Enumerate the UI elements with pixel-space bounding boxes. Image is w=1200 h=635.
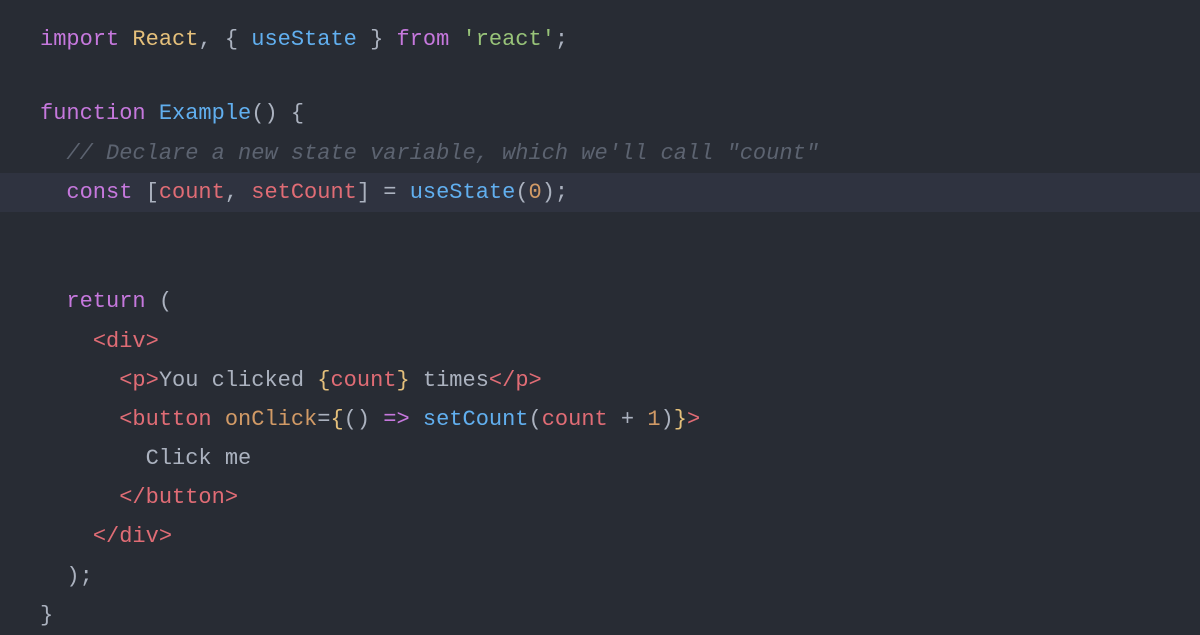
code-token: Example [159, 96, 251, 131]
code-token: ] = [357, 180, 410, 205]
code-token: times [410, 363, 489, 398]
code-token: button [132, 402, 211, 437]
code-line: import React, { useState } from 'react'; [40, 20, 1160, 59]
code-token: ) [661, 402, 674, 437]
code-token [212, 402, 225, 437]
code-token: ( [529, 402, 542, 437]
code-token [449, 22, 462, 57]
code-token: 0 [529, 180, 542, 205]
code-content: import React, { useState } from 'react';… [40, 20, 1160, 635]
code-token: 1 [647, 402, 660, 437]
code-token: > [146, 363, 159, 398]
code-token: ); [40, 559, 93, 594]
code-token: , [225, 180, 251, 205]
code-token: > [159, 519, 172, 554]
code-token: // Declare a new state variable, which w… [66, 136, 819, 171]
code-token [40, 402, 119, 437]
code-blank-line [40, 212, 1160, 247]
code-line: <button onClick={() => setCount(count + … [40, 400, 1160, 439]
code-token: useState [251, 22, 357, 57]
code-line: function Example() { [40, 94, 1160, 133]
code-line: return ( [40, 282, 1160, 321]
code-token: div [119, 519, 159, 554]
code-token: setCount [251, 180, 357, 205]
code-token: [ [132, 180, 158, 205]
code-token: useState [410, 180, 516, 205]
code-line: <div> [40, 322, 1160, 361]
code-line: // Declare a new state variable, which w… [40, 134, 1160, 173]
code-token: > [529, 363, 542, 398]
code-blank-line [40, 59, 1160, 94]
code-token: function [40, 96, 159, 131]
code-token: setCount [423, 402, 529, 437]
code-token: { [317, 363, 330, 398]
code-token [40, 519, 93, 554]
code-line: </button> [40, 478, 1160, 517]
code-line: Click me [40, 439, 1160, 478]
code-line: <p>You clicked {count} times</p> [40, 361, 1160, 400]
code-line: const [count, setCount] = useState(0); [0, 173, 1200, 212]
code-token: count [542, 402, 608, 437]
code-token: p [132, 363, 145, 398]
code-line: </div> [40, 517, 1160, 556]
code-token: ( [515, 180, 528, 205]
code-token [40, 363, 119, 398]
code-token: = [317, 402, 330, 437]
code-token: ; [555, 22, 568, 57]
code-token: , { [198, 22, 251, 57]
code-token: () [344, 402, 384, 437]
code-token: < [119, 363, 132, 398]
code-editor: import React, { useState } from 'react';… [0, 0, 1200, 604]
code-token: import [40, 22, 132, 57]
code-token [40, 136, 66, 171]
code-token: from [396, 22, 449, 57]
code-token: > [146, 324, 159, 359]
code-line: ); [40, 557, 1160, 596]
code-token: < [93, 324, 106, 359]
code-token: + [608, 402, 648, 437]
code-token: { [330, 402, 343, 437]
code-token: () { [251, 96, 304, 131]
code-token: > [225, 480, 238, 515]
code-token: const [66, 180, 132, 205]
code-token: => [383, 402, 409, 437]
code-token: } [357, 22, 397, 57]
code-token: button [146, 480, 225, 515]
code-token: } [674, 402, 687, 437]
code-token: > [687, 402, 700, 437]
code-token [40, 284, 66, 319]
code-token: Click me [40, 441, 251, 476]
code-token: </ [119, 480, 145, 515]
code-token: ( [146, 284, 172, 319]
code-token: 'react' [463, 22, 555, 57]
code-token: onClick [225, 402, 317, 437]
code-token [410, 402, 423, 437]
code-token: < [119, 402, 132, 437]
code-token [40, 480, 119, 515]
code-token: count [159, 180, 225, 205]
code-line: } [40, 596, 1160, 635]
code-blank-line [40, 247, 1160, 282]
code-token: } [40, 598, 53, 633]
code-token [40, 180, 66, 205]
code-token: React [132, 22, 198, 57]
code-token: p [515, 363, 528, 398]
code-token: You clicked [159, 363, 317, 398]
code-token: </ [489, 363, 515, 398]
code-token: div [106, 324, 146, 359]
code-token: return [66, 284, 145, 319]
code-token: count [330, 363, 396, 398]
code-token: ); [542, 180, 568, 205]
code-token: } [396, 363, 409, 398]
code-token: </ [93, 519, 119, 554]
code-token [40, 324, 93, 359]
